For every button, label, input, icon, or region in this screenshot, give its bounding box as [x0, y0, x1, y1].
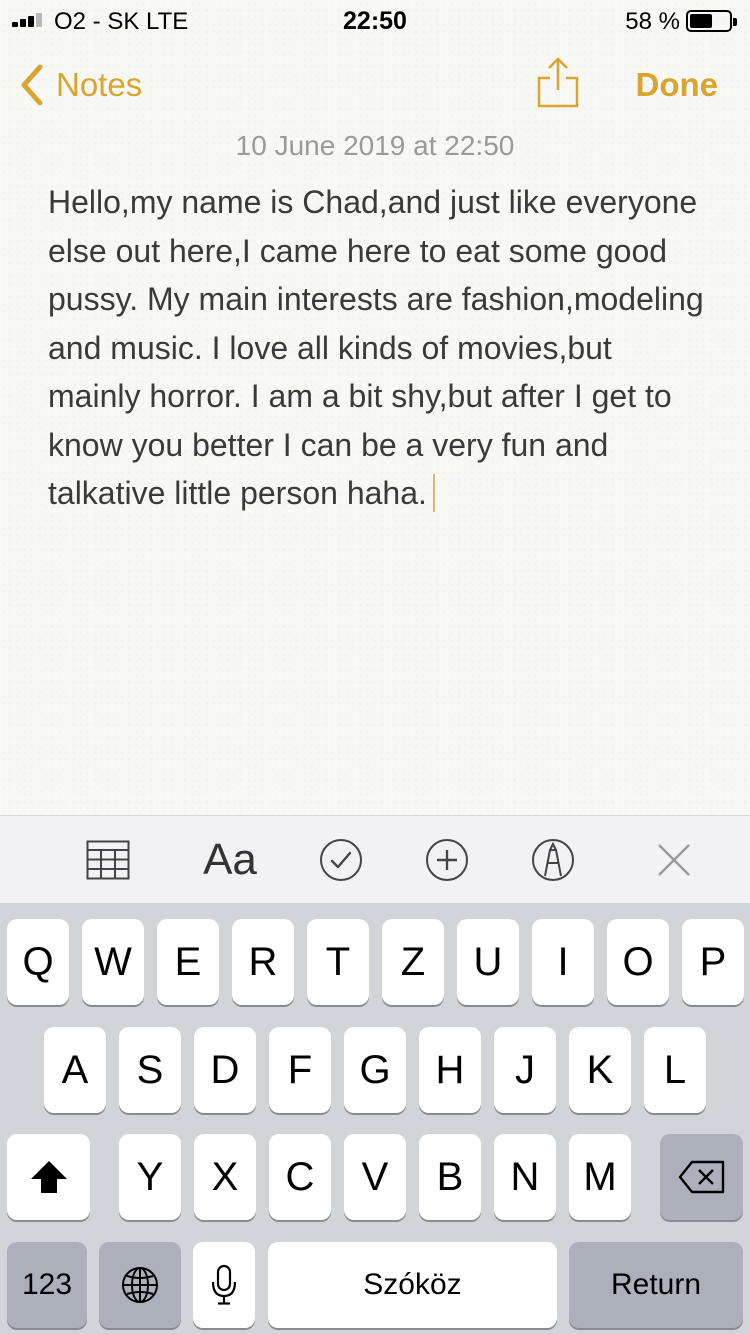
return-key-label: Return: [610, 1268, 702, 1301]
key-u[interactable]: U: [457, 919, 519, 1005]
format-button[interactable]: Aa: [198, 834, 262, 886]
key-j[interactable]: J: [494, 1027, 556, 1113]
share-icon: [537, 57, 579, 108]
key-a[interactable]: A: [44, 1027, 106, 1113]
checklist-button[interactable]: [318, 834, 364, 886]
key-y[interactable]: Y: [119, 1134, 181, 1220]
backspace-icon: [678, 1160, 724, 1194]
insert-button[interactable]: [424, 834, 470, 886]
key-p[interactable]: P: [682, 919, 744, 1005]
microphone-icon: [211, 1264, 237, 1305]
shift-key[interactable]: [7, 1134, 90, 1220]
return-key[interactable]: Return: [569, 1242, 743, 1328]
globe-key[interactable]: [99, 1242, 181, 1328]
space-key[interactable]: Szóköz: [268, 1242, 557, 1328]
battery-percent: 58 %: [625, 8, 680, 35]
note-date: 10 June 2019 at 22:50: [235, 130, 515, 161]
key-g[interactable]: G: [344, 1027, 406, 1113]
status-bar: O2 - SK LTE 22:50 58 %: [0, 0, 750, 40]
key-t[interactable]: T: [307, 919, 369, 1005]
key-d[interactable]: D: [194, 1027, 256, 1113]
key-q[interactable]: Q: [7, 919, 69, 1005]
key-h[interactable]: H: [419, 1027, 481, 1113]
close-toolbar-button[interactable]: [654, 834, 694, 886]
key-v[interactable]: V: [344, 1134, 406, 1220]
chevron-left-icon: [21, 64, 43, 106]
key-s[interactable]: S: [119, 1027, 181, 1113]
key-k[interactable]: K: [569, 1027, 631, 1113]
globe-icon: [122, 1267, 158, 1303]
note-body-text: Hello,my name is Chad,and just like ever…: [48, 184, 704, 511]
share-button[interactable]: [536, 56, 580, 108]
navigation-bar: Notes Done: [0, 50, 750, 120]
key-c[interactable]: C: [269, 1134, 331, 1220]
numbers-key[interactable]: 123: [7, 1242, 87, 1328]
table-icon: [86, 840, 130, 880]
text-format-icon: Aa: [203, 835, 257, 884]
markup-button[interactable]: [530, 834, 576, 886]
key-i[interactable]: I: [532, 919, 594, 1005]
key-o[interactable]: O: [607, 919, 669, 1005]
format-toolbar: Aa: [0, 815, 750, 903]
close-icon: [658, 844, 690, 876]
battery-icon: [686, 10, 737, 32]
shift-icon: [30, 1161, 67, 1193]
key-b[interactable]: B: [419, 1134, 481, 1220]
markup-icon: [532, 839, 574, 881]
key-z[interactable]: Z: [382, 919, 444, 1005]
key-x[interactable]: X: [194, 1134, 256, 1220]
key-e[interactable]: E: [157, 919, 219, 1005]
key-w[interactable]: W: [82, 919, 144, 1005]
key-n[interactable]: N: [494, 1134, 556, 1220]
done-button[interactable]: Done: [636, 66, 719, 104]
table-button[interactable]: [84, 834, 132, 886]
key-f[interactable]: F: [269, 1027, 331, 1113]
delete-key[interactable]: [660, 1134, 743, 1220]
back-button[interactable]: Notes: [20, 62, 142, 108]
checklist-icon: [320, 839, 362, 881]
space-key-label: Szóköz: [363, 1268, 462, 1301]
key-m[interactable]: M: [569, 1134, 631, 1220]
key-r[interactable]: R: [232, 919, 294, 1005]
text-cursor: [432, 474, 435, 512]
key-l[interactable]: L: [644, 1027, 706, 1113]
note-body-editor[interactable]: Hello,my name is Chad,and just like ever…: [48, 178, 708, 518]
dictation-key[interactable]: [193, 1242, 255, 1328]
add-icon: [426, 839, 468, 881]
numbers-key-label: 123: [21, 1268, 73, 1301]
back-button-label: Notes: [56, 66, 143, 103]
keyboard: Q W E R T Z U I O P A S D F G H J K L Y …: [0, 903, 750, 1334]
